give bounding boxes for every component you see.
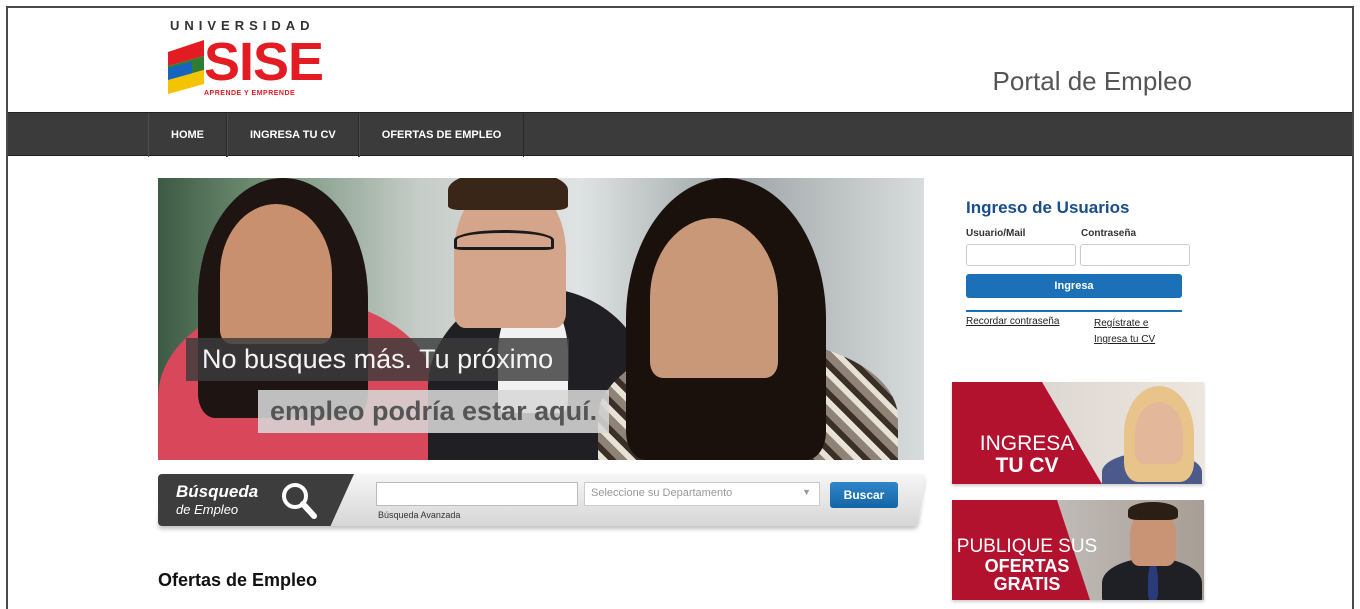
nav-item-ofertas[interactable]: OFERTAS DE EMPLEO [358,113,525,157]
banner-ingresa-cv[interactable]: INGRESA TU CV [952,382,1204,484]
caret-down-icon: ▼ [802,487,811,497]
browser-frame: UNIVERSIDAD SISE APRENDE Y EMPRENDE Port… [6,6,1354,609]
job-search-bar: Búsqueda de Empleo Búsqueda Avanzada Sel… [158,474,926,534]
hero-banner: No busques más. Tu próximo empleo podría… [158,178,924,460]
logo-university-text: UNIVERSIDAD [170,18,315,33]
offers-section-title: Ofertas de Empleo [158,570,318,590]
banner-offers-person-hair [1128,502,1178,520]
password-field[interactable] [1080,244,1190,266]
logo-tagline: APRENDE Y EMPRENDE [204,90,296,97]
hero-person-1-face [220,204,332,344]
search-label-sub: de Empleo [176,502,239,517]
banner-offers-person-tie [1148,562,1158,600]
banner-cv-line2: TU CV [995,454,1059,477]
user-field[interactable] [966,244,1076,266]
forgot-password-link[interactable]: Recordar contraseña [966,316,1094,348]
search-label-block: Búsqueda de Empleo [158,474,354,526]
logo-wordmark: SISE [204,32,324,92]
password-label: Contraseña [1081,228,1137,239]
search-label-main: Búsqueda [176,482,259,501]
logo-mark-icon [168,40,204,94]
banner-publique-ofertas[interactable]: PUBLIQUE SUS OFERTAS GRATIS [952,500,1204,600]
hero-person-3-face [650,218,778,378]
nav-item-home[interactable]: HOME [148,113,227,157]
main-nav: HOME INGRESA TU CV OFERTAS DE EMPLEO [8,112,1352,157]
banner-offers-line3: GRATIS [993,574,1061,594]
nav-item-ingresa-cv[interactable]: INGRESA TU CV [227,113,359,157]
site-header: UNIVERSIDAD SISE APRENDE Y EMPRENDE Port… [8,8,1352,112]
advanced-search-link[interactable]: Búsqueda Avanzada [378,510,460,520]
portal-title: Portal de Empleo [992,66,1192,96]
login-button[interactable]: Ingresa [966,274,1182,298]
banner-offers-line1: PUBLIQUE SUS [956,536,1098,557]
banner-cv-line1: INGRESA [979,432,1075,455]
sise-logo[interactable]: UNIVERSIDAD SISE APRENDE Y EMPRENDE [164,18,334,110]
hero-person-2-glasses [454,230,554,250]
search-input[interactable] [376,482,578,506]
department-select-placeholder: Seleccione su Departamento [591,487,733,499]
user-label: Usuario/Mail [966,228,1026,239]
magnifier-icon [282,483,317,519]
hero-person-2-hair [448,178,568,210]
login-divider [966,310,1182,312]
login-panel: Ingreso de Usuarios Usuario/Mail Contras… [966,198,1190,348]
banner-cv-person-face [1135,402,1183,464]
department-select[interactable]: Seleccione su Departamento ▼ [584,482,820,506]
register-link[interactable]: Regístrate e Ingresa tu CV [1094,316,1184,348]
buscar-button[interactable]: Buscar [830,482,898,508]
hero-headline-line1: No busques más. Tu próximo [186,338,570,381]
hero-headline-line2: empleo podría estar aquí. [258,390,610,433]
login-title: Ingreso de Usuarios [966,198,1130,217]
